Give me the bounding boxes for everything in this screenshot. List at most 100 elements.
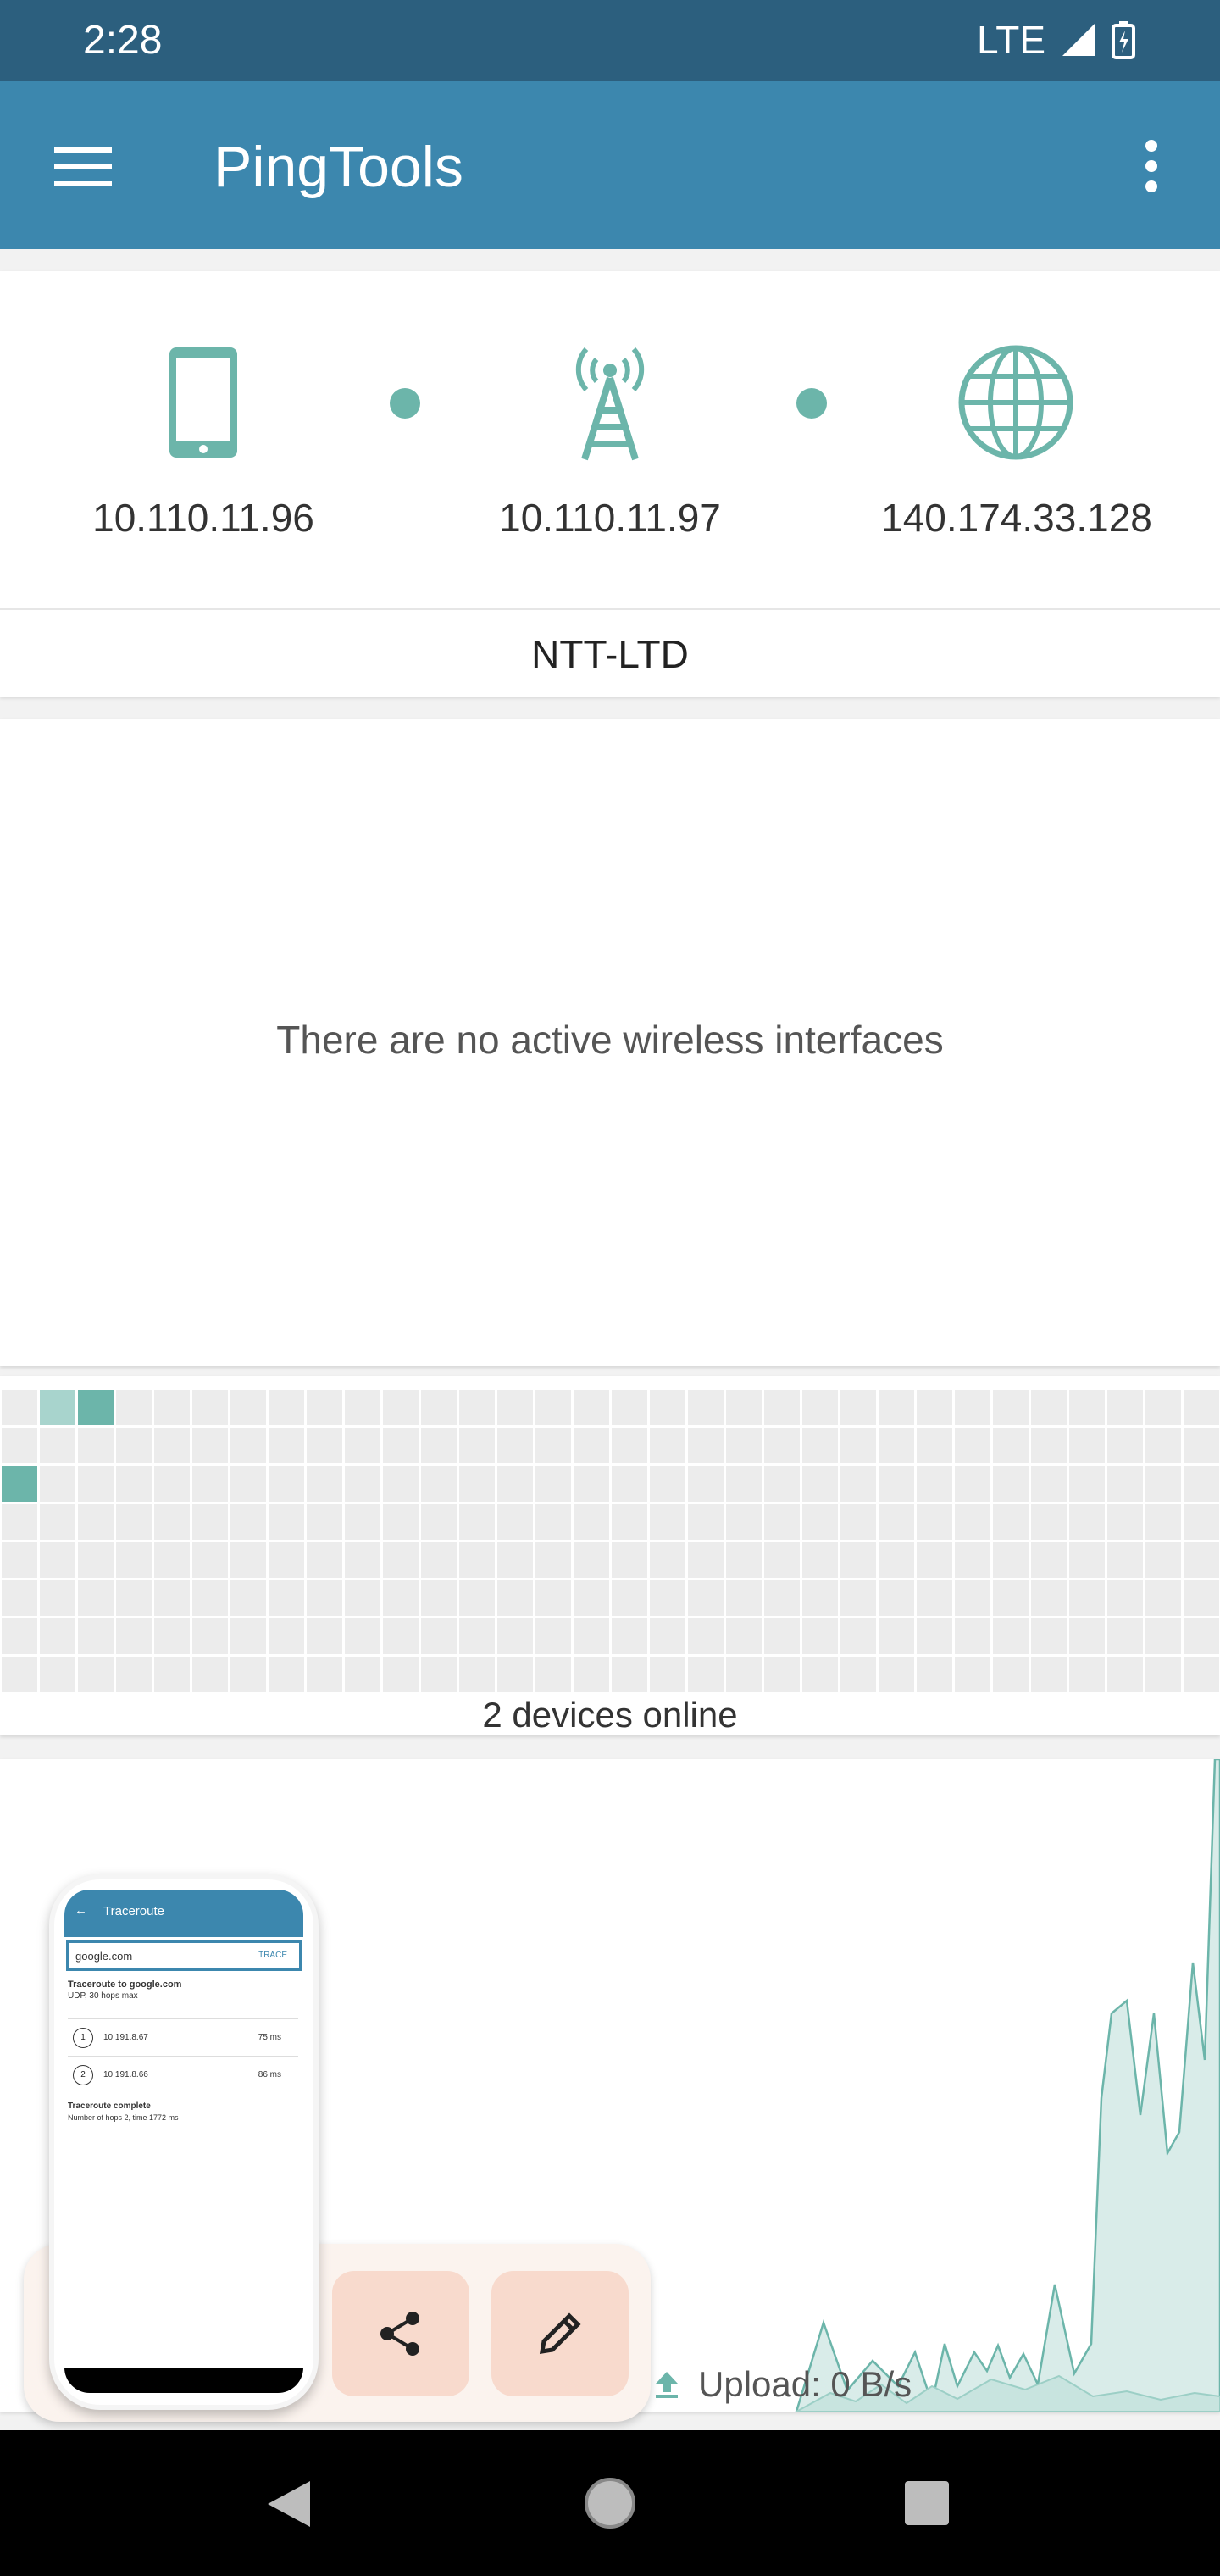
lan-grid-cell[interactable]: [1145, 1657, 1181, 1692]
lan-grid-cell[interactable]: [497, 1542, 533, 1578]
lan-grid-cell[interactable]: [612, 1428, 647, 1463]
lan-grid-cell[interactable]: [2, 1390, 37, 1425]
lan-grid-cell[interactable]: [840, 1657, 876, 1692]
lan-grid-cell[interactable]: [1184, 1542, 1219, 1578]
lan-grid-cell[interactable]: [345, 1428, 380, 1463]
lan-grid-cell[interactable]: [40, 1504, 75, 1540]
lan-grid-cell[interactable]: [78, 1657, 114, 1692]
lan-grid-cell[interactable]: [840, 1618, 876, 1654]
lan-grid-cell[interactable]: [497, 1504, 533, 1540]
lan-grid-cell[interactable]: [497, 1657, 533, 1692]
lan-grid-cell[interactable]: [1107, 1542, 1143, 1578]
lan-grid-cell[interactable]: [955, 1542, 990, 1578]
lan-grid-cell[interactable]: [383, 1657, 419, 1692]
lan-grid-cell[interactable]: [40, 1542, 75, 1578]
lan-grid-cell[interactable]: [535, 1466, 571, 1502]
lan-grid-cell[interactable]: [154, 1504, 190, 1540]
lan-grid-cell[interactable]: [40, 1466, 75, 1502]
edit-button[interactable]: [491, 2271, 629, 2396]
lan-grid-cell[interactable]: [1145, 1428, 1181, 1463]
lan-grid-cell[interactable]: [154, 1390, 190, 1425]
lan-grid-cell[interactable]: [535, 1390, 571, 1425]
lan-grid-cell[interactable]: [650, 1580, 685, 1616]
lan-grid-cell[interactable]: [154, 1657, 190, 1692]
lan-grid-cell[interactable]: [688, 1390, 724, 1425]
lan-grid-cell[interactable]: [650, 1466, 685, 1502]
lan-grid-cell[interactable]: [2, 1428, 37, 1463]
lan-grid-cell[interactable]: [192, 1618, 228, 1654]
lan-grid-cell[interactable]: [764, 1580, 800, 1616]
lan-grid-cell[interactable]: [192, 1466, 228, 1502]
lan-grid-cell[interactable]: [688, 1618, 724, 1654]
lan-grid-cell[interactable]: [802, 1542, 838, 1578]
lan-grid-cell[interactable]: [726, 1504, 762, 1540]
lan-grid-cell[interactable]: [1107, 1390, 1143, 1425]
lan-grid-cell[interactable]: [612, 1580, 647, 1616]
lan-grid-cell[interactable]: [383, 1618, 419, 1654]
lan-grid-cell[interactable]: [726, 1657, 762, 1692]
lan-grid-cell[interactable]: [497, 1580, 533, 1616]
lan-grid-cell[interactable]: [1069, 1466, 1105, 1502]
recents-nav-icon[interactable]: [903, 2479, 951, 2527]
lan-grid-cell[interactable]: [116, 1504, 152, 1540]
lan-grid-cell[interactable]: [650, 1428, 685, 1463]
lan-grid-cell[interactable]: [1184, 1390, 1219, 1425]
lan-grid-cell[interactable]: [612, 1504, 647, 1540]
lan-grid-cell[interactable]: [726, 1580, 762, 1616]
lan-grid-cell[interactable]: [307, 1580, 342, 1616]
lan-grid-cell[interactable]: [345, 1580, 380, 1616]
lan-grid-cell[interactable]: [2, 1466, 37, 1502]
lan-grid-cell[interactable]: [307, 1390, 342, 1425]
lan-grid-cell[interactable]: [154, 1580, 190, 1616]
lan-grid-cell[interactable]: [421, 1428, 457, 1463]
lan-grid-cell[interactable]: [1031, 1390, 1067, 1425]
lan-grid-cell[interactable]: [726, 1542, 762, 1578]
lan-grid-cell[interactable]: [879, 1542, 914, 1578]
home-nav-icon[interactable]: [583, 2476, 637, 2530]
share-button[interactable]: [332, 2271, 469, 2396]
lan-grid-cell[interactable]: [764, 1390, 800, 1425]
lan-grid-cell[interactable]: [383, 1390, 419, 1425]
lan-grid-cell[interactable]: [307, 1504, 342, 1540]
lan-grid-cell[interactable]: [116, 1542, 152, 1578]
lan-grid-cell[interactable]: [574, 1428, 609, 1463]
screenshot-preview[interactable]: ← Traceroute google.com TRACE Traceroute…: [49, 1874, 319, 2410]
lan-grid-cell[interactable]: [879, 1504, 914, 1540]
lan-grid-cell[interactable]: [1184, 1466, 1219, 1502]
lan-grid-cell[interactable]: [345, 1657, 380, 1692]
lan-grid-cell[interactable]: [574, 1466, 609, 1502]
lan-grid-cell[interactable]: [955, 1618, 990, 1654]
lan-grid-cell[interactable]: [345, 1618, 380, 1654]
lan-grid-cell[interactable]: [1107, 1428, 1143, 1463]
lan-grid-cell[interactable]: [116, 1390, 152, 1425]
back-nav-icon[interactable]: [263, 2478, 313, 2530]
lan-grid-cell[interactable]: [269, 1504, 304, 1540]
lan-grid-cell[interactable]: [307, 1466, 342, 1502]
lan-grid-cell[interactable]: [535, 1657, 571, 1692]
lan-grid-cell[interactable]: [383, 1466, 419, 1502]
lan-grid-cell[interactable]: [688, 1428, 724, 1463]
lan-grid-cell[interactable]: [421, 1390, 457, 1425]
lan-grid-cell[interactable]: [497, 1428, 533, 1463]
lan-grid-cell[interactable]: [40, 1428, 75, 1463]
lan-grid-cell[interactable]: [764, 1618, 800, 1654]
lan-grid-cell[interactable]: [78, 1466, 114, 1502]
lan-grid-cell[interactable]: [1145, 1618, 1181, 1654]
lan-grid-cell[interactable]: [879, 1580, 914, 1616]
lan-grid-cell[interactable]: [459, 1428, 495, 1463]
lan-grid-cell[interactable]: [459, 1618, 495, 1654]
lan-grid-cell[interactable]: [612, 1390, 647, 1425]
lan-grid-cell[interactable]: [269, 1542, 304, 1578]
lan-grid-cell[interactable]: [802, 1580, 838, 1616]
lan-grid-cell[interactable]: [955, 1428, 990, 1463]
lan-grid-cell[interactable]: [764, 1657, 800, 1692]
lan-grid-cell[interactable]: [269, 1390, 304, 1425]
lan-grid-cell[interactable]: [78, 1504, 114, 1540]
lan-grid-cell[interactable]: [612, 1466, 647, 1502]
lan-grid-cell[interactable]: [1069, 1580, 1105, 1616]
lan-grid-cell[interactable]: [802, 1618, 838, 1654]
lan-grid-cell[interactable]: [1069, 1657, 1105, 1692]
lan-grid-cell[interactable]: [688, 1580, 724, 1616]
lan-grid-cell[interactable]: [1031, 1428, 1067, 1463]
lan-grid-cell[interactable]: [917, 1428, 952, 1463]
